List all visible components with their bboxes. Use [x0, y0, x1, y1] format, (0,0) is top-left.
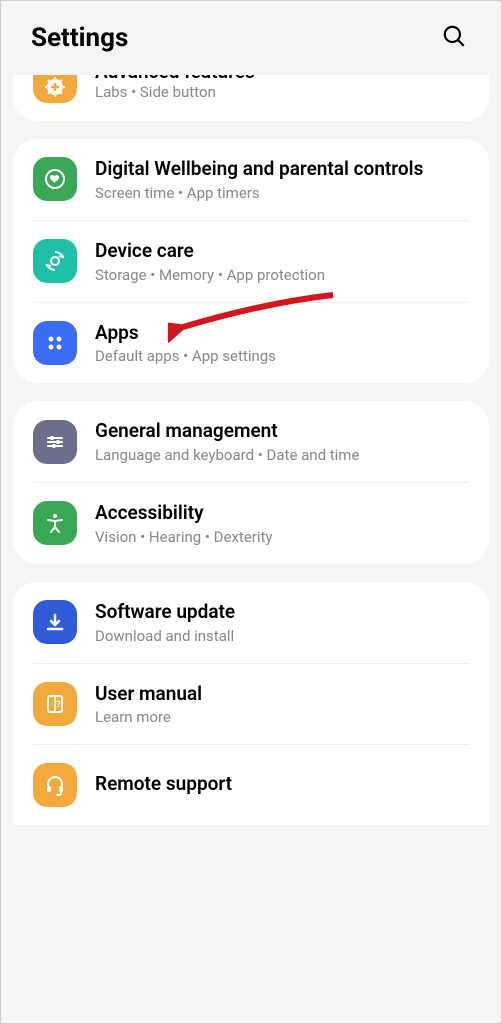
headset-icon — [33, 763, 77, 807]
settings-item-title: Digital Wellbeing and parental controls — [95, 157, 469, 181]
settings-item-devicecare[interactable]: Device care Storage • Memory • App protec… — [33, 221, 469, 303]
settings-item-title: Remote support — [95, 772, 469, 796]
settings-group: General management Language and keyboard … — [13, 401, 489, 564]
heart-circle-icon — [33, 157, 77, 201]
settings-item-update[interactable]: Software update Download and install — [33, 582, 469, 664]
settings-item-general[interactable]: General management Language and keyboard … — [33, 401, 469, 483]
settings-item-body: Apps Default apps • App settings — [95, 321, 469, 366]
grid-dots-icon — [33, 321, 77, 365]
settings-item-remote[interactable]: Remote support — [33, 745, 469, 825]
page-title: Settings — [31, 23, 128, 53]
rotate-circle-icon — [33, 239, 77, 283]
plus-gear-icon — [33, 75, 77, 103]
settings-item-subtitle: Storage • Memory • App protection — [95, 266, 469, 284]
settings-item-body: General management Language and keyboard … — [95, 419, 469, 464]
book-question-icon: ? — [33, 682, 77, 726]
settings-item-manual[interactable]: ? User manual Learn more — [33, 664, 469, 746]
settings-item-title: Software update — [95, 600, 469, 624]
settings-item-advanced[interactable]: Advanced featuresLabs • Side button — [33, 75, 469, 121]
settings-item-title: Device care — [95, 239, 469, 263]
settings-item-subtitle: Language and keyboard • Date and time — [95, 446, 469, 464]
settings-item-body: Digital Wellbeing and parental controls S… — [95, 157, 469, 202]
settings-item-title: User manual — [95, 682, 469, 706]
settings-item-accessibility[interactable]: Accessibility Vision • Hearing • Dexterit… — [33, 483, 469, 564]
settings-item-body: User manual Learn more — [95, 682, 469, 727]
accessibility-icon — [33, 501, 77, 545]
search-icon — [441, 38, 467, 53]
settings-item-subtitle: Screen time • App timers — [95, 184, 469, 202]
settings-item-apps[interactable]: Apps Default apps • App settings — [33, 303, 469, 384]
sliders-icon — [33, 420, 77, 464]
settings-item-body: Accessibility Vision • Hearing • Dexterit… — [95, 501, 469, 546]
download-arrow-icon — [33, 600, 77, 644]
settings-item-body: Software update Download and install — [95, 600, 469, 645]
settings-item-body: Advanced featuresLabs • Side button — [95, 75, 469, 101]
header: Settings — [1, 1, 501, 75]
settings-group: Digital Wellbeing and parental controls S… — [13, 139, 489, 383]
settings-item-title: Accessibility — [95, 501, 469, 525]
settings-item-subtitle: Learn more — [95, 708, 469, 726]
settings-item-wellbeing[interactable]: Digital Wellbeing and parental controls S… — [33, 139, 469, 221]
settings-item-body: Device care Storage • Memory • App protec… — [95, 239, 469, 284]
settings-group: Advanced featuresLabs • Side button — [13, 75, 489, 121]
settings-item-subtitle: Download and install — [95, 627, 469, 645]
settings-item-title: Apps — [95, 321, 469, 345]
settings-item-subtitle: Labs • Side button — [95, 83, 469, 101]
settings-list: Advanced featuresLabs • Side button Digit… — [1, 75, 501, 825]
svg-text:?: ? — [56, 700, 61, 710]
settings-item-subtitle: Vision • Hearing • Dexterity — [95, 528, 469, 546]
search-button[interactable] — [437, 19, 471, 57]
settings-item-body: Remote support — [95, 772, 469, 799]
settings-group: Software update Download and install? User… — [13, 582, 489, 826]
settings-item-subtitle: Default apps • App settings — [95, 347, 469, 365]
settings-item-title: General management — [95, 419, 469, 443]
settings-item-title: Advanced features — [95, 75, 255, 83]
